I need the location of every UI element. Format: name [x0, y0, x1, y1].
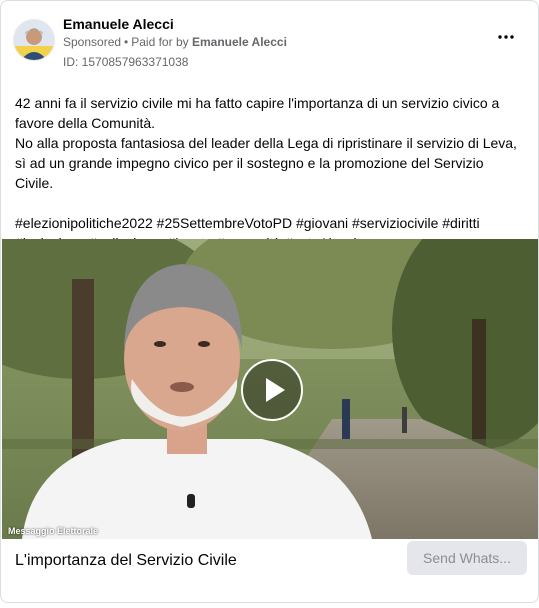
ad-post-card: Emanuele Alecci Sponsored • Paid for by Em…	[0, 0, 539, 603]
post-body: 42 anni fa il servizio civile mi ha fatt…	[15, 93, 525, 253]
avatar-photo	[14, 20, 54, 60]
post-footer: L'importanza del Servizio Civile Send Wh…	[1, 539, 538, 602]
paid-for-label: Paid for by	[131, 35, 189, 49]
send-whatsapp-button[interactable]: Send Whats...	[407, 541, 527, 575]
paid-for-name[interactable]: Emanuele Alecci	[192, 35, 287, 49]
sponsored-label: Sponsored	[63, 35, 122, 49]
ad-id: ID: 1570857963371038	[63, 55, 189, 69]
sponsored-line: Sponsored • Paid for by Emanuele Alecci	[63, 35, 287, 49]
avatar[interactable]	[13, 19, 55, 61]
link-caption[interactable]: L'importanza del Servizio Civile	[15, 552, 237, 570]
body-paragraph-2: No alla proposta fantasiosa del leader d…	[15, 135, 517, 191]
author-name[interactable]: Emanuele Alecci	[63, 16, 174, 32]
play-button[interactable]	[241, 359, 303, 421]
body-paragraph-1: 42 anni fa il servizio civile mi ha fatt…	[15, 95, 500, 131]
video-watermark: Messaggio Elettorale	[8, 526, 99, 536]
meta-separator: •	[124, 35, 129, 49]
more-options-button[interactable]	[496, 29, 516, 45]
play-icon	[266, 378, 285, 402]
post-header: Emanuele Alecci Sponsored • Paid for by Em…	[1, 1, 538, 73]
more-horizontal-icon	[498, 35, 514, 39]
